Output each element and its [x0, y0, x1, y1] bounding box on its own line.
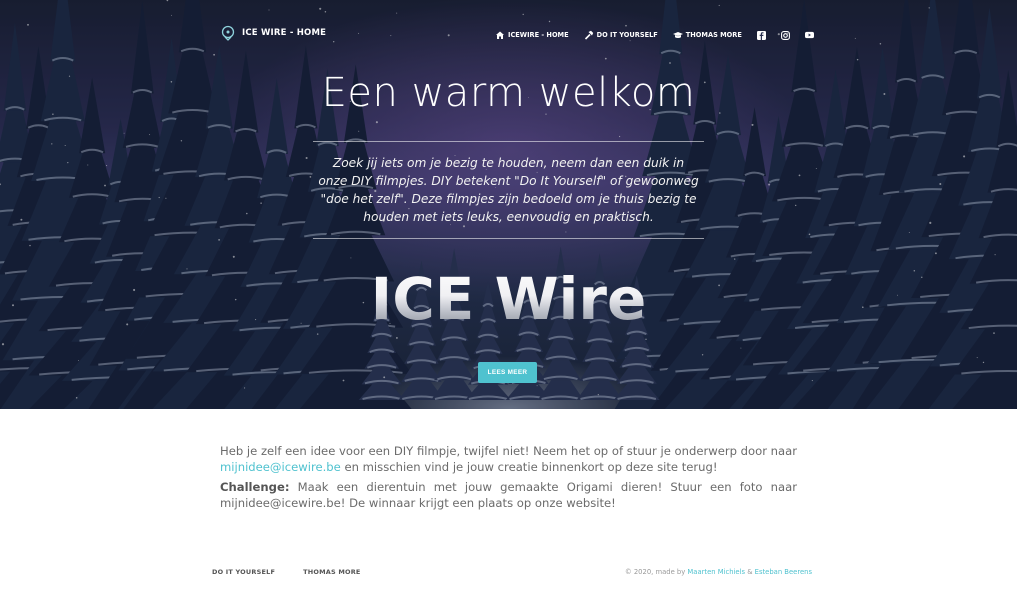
- author-separator: &: [745, 568, 755, 576]
- brand-title: ICE WIRE - HOME: [242, 28, 327, 38]
- idea-text-rest: en misschien vind je jouw creatie binnen…: [340, 460, 718, 474]
- graduation-cap-icon: [672, 32, 683, 39]
- challenge-text: Maak een dierentuin met jouw gemaakte Or…: [220, 480, 797, 510]
- idea-paragraph: Heb je zelf een idee voor een DIY filmpj…: [220, 443, 797, 475]
- main-content: Heb je zelf een idee voor een DIY filmpj…: [220, 443, 797, 515]
- footer-nav: DO IT YOURSELF THOMAS MORE: [212, 568, 361, 576]
- welcome-heading: Een warm welkom: [321, 70, 696, 116]
- youtube-link[interactable]: [804, 31, 814, 40]
- instagram-icon: [780, 30, 790, 40]
- challenge-label: Challenge:: [220, 480, 290, 494]
- challenge-paragraph: Challenge: Maak een dierentuin met jouw …: [220, 479, 797, 511]
- nav-item-label: THOMAS MORE: [685, 31, 742, 39]
- divider-top: [313, 141, 704, 142]
- email-link[interactable]: mijnidee@icewire.be: [220, 460, 341, 474]
- author-link-1[interactable]: Maarten Michiels: [687, 568, 745, 576]
- home-icon: [496, 31, 504, 39]
- facebook-link[interactable]: [756, 30, 766, 40]
- nav-item-home[interactable]: ICEWIRE - HOME: [495, 30, 569, 40]
- footer-link-thomas-more[interactable]: THOMAS MORE: [303, 568, 360, 576]
- hammer-icon: [584, 30, 593, 40]
- site-title: ICE Wire: [0, 265, 1017, 333]
- read-more-button[interactable]: LEES MEER: [478, 362, 537, 383]
- idea-text: Heb je zelf een idee voor een DIY filmpj…: [220, 444, 797, 458]
- ice-wire-logo-icon: [221, 25, 235, 41]
- author-link-2[interactable]: Esteban Beerens: [755, 568, 812, 576]
- nav-item-thomas-more[interactable]: THOMAS MORE: [672, 30, 742, 40]
- copyright-prefix: © 2020, made by: [624, 568, 688, 576]
- copyright: © 2020, made by Maarten Michiels & Esteb…: [625, 568, 812, 576]
- facebook-icon: [756, 30, 766, 40]
- instagram-link[interactable]: [780, 30, 790, 40]
- youtube-icon: [804, 31, 814, 38]
- footer-link-diy[interactable]: DO IT YOURSELF: [212, 568, 275, 576]
- nav-item-diy[interactable]: DO IT YOURSELF: [584, 30, 658, 40]
- nav-item-label: DO IT YOURSELF: [596, 31, 658, 39]
- main-nav: ICEWIRE - HOME DO IT YOURSELF THOMAS MOR…: [495, 30, 829, 40]
- divider-bottom: [313, 238, 704, 239]
- nav-item-label: ICEWIRE - HOME: [508, 31, 569, 39]
- brand[interactable]: ICE WIRE - HOME: [220, 25, 326, 41]
- intro-text: Zoek jij iets om je bezig te houden, nee…: [318, 156, 699, 224]
